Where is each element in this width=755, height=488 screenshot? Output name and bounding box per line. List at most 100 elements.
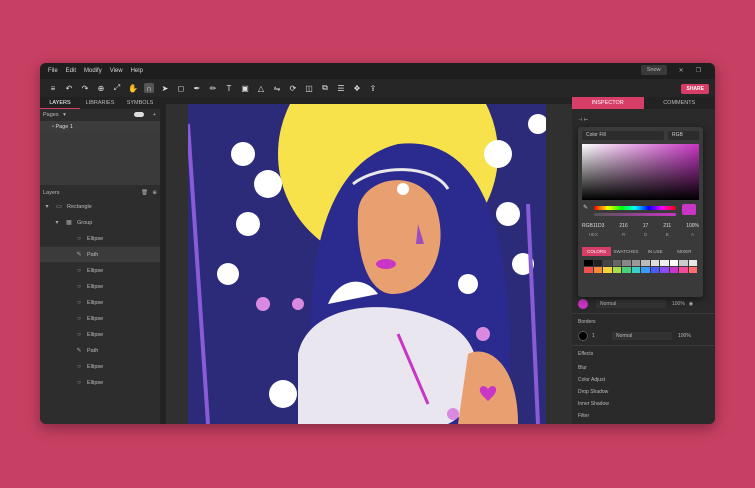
tab-colors[interactable]: COLORS bbox=[582, 247, 612, 256]
tab-mixer[interactable]: MIXER bbox=[670, 247, 699, 256]
text-icon[interactable]: T bbox=[224, 83, 234, 93]
redo-icon[interactable]: ↷ bbox=[80, 83, 90, 93]
menu-help[interactable]: Help bbox=[131, 68, 143, 74]
triangle-icon[interactable]: △ bbox=[256, 83, 266, 93]
export-icon[interactable]: ⇪ bbox=[368, 83, 378, 93]
align-left-icon[interactable]: ⊣ ⊢ bbox=[578, 117, 588, 123]
page-item[interactable]: ▫ Page 1 bbox=[40, 121, 160, 133]
a-value[interactable]: 100% bbox=[686, 223, 699, 229]
rotate-icon[interactable]: ⟳ bbox=[288, 83, 298, 93]
tab-in-use[interactable]: IN USE bbox=[641, 247, 670, 256]
layer-row[interactable]: ✎ Path bbox=[40, 343, 160, 359]
color-swatch[interactable] bbox=[679, 267, 688, 273]
color-swatch[interactable] bbox=[650, 260, 659, 266]
border-width[interactable]: 1 bbox=[592, 333, 612, 339]
fill-swatch[interactable] bbox=[578, 299, 588, 309]
close-icon[interactable]: ✕ bbox=[679, 67, 684, 74]
fill-opacity[interactable]: 100% bbox=[672, 301, 685, 307]
pen-icon[interactable]: ✒ bbox=[192, 83, 202, 93]
color-swatch[interactable] bbox=[669, 260, 678, 266]
layer-row[interactable]: ○ Ellipse bbox=[40, 311, 160, 327]
hamburger-icon[interactable]: ≡ bbox=[48, 83, 58, 93]
add-layer-icon[interactable]: ⊕ bbox=[152, 187, 157, 199]
pointer-icon[interactable]: ➤ bbox=[160, 83, 170, 93]
color-mode-select[interactable]: RGB bbox=[668, 131, 699, 140]
color-swatch[interactable] bbox=[593, 267, 602, 273]
magnet-icon[interactable]: ∩ bbox=[144, 83, 154, 93]
color-swatch[interactable] bbox=[641, 260, 650, 266]
color-swatch[interactable] bbox=[650, 267, 659, 273]
color-swatch[interactable] bbox=[612, 260, 621, 266]
menu-file[interactable]: File bbox=[48, 68, 58, 74]
color-swatch[interactable] bbox=[622, 267, 631, 273]
menu-edit[interactable]: Edit bbox=[66, 68, 76, 74]
pencil-icon[interactable]: ✏ bbox=[208, 83, 218, 93]
color-swatch[interactable] bbox=[641, 267, 650, 273]
flip-icon[interactable]: ⇋ bbox=[272, 83, 282, 93]
layer-row[interactable]: ▾ ▦ Group bbox=[40, 215, 160, 231]
color-swatch[interactable] bbox=[603, 260, 612, 266]
border-blend-select[interactable]: Normal bbox=[612, 332, 672, 340]
b-value[interactable]: 211 bbox=[663, 223, 671, 229]
alpha-slider[interactable] bbox=[594, 213, 676, 216]
border-swatch[interactable] bbox=[578, 331, 588, 341]
menu-view[interactable]: View bbox=[110, 68, 123, 74]
layer-row[interactable]: ○ Ellipse bbox=[40, 327, 160, 343]
chevron-down-icon[interactable]: ▾ bbox=[53, 219, 61, 226]
color-swatch[interactable] bbox=[584, 260, 593, 266]
hex-value[interactable]: RGB11D3 bbox=[582, 223, 604, 229]
tab-layers[interactable]: LAYERS bbox=[40, 97, 80, 109]
fill-blend-select[interactable]: Normal bbox=[596, 300, 666, 308]
layer-row[interactable]: ▾ ▭ Rectangle bbox=[40, 199, 160, 215]
tab-comments[interactable]: COMMENTS bbox=[644, 97, 716, 109]
hue-slider[interactable] bbox=[594, 206, 676, 210]
layer-row[interactable]: ○ Ellipse bbox=[40, 231, 160, 247]
shape-icon[interactable]: ◻ bbox=[176, 83, 186, 93]
color-swatch[interactable] bbox=[584, 267, 593, 273]
saturation-value-area[interactable] bbox=[582, 144, 699, 200]
zoom-icon[interactable]: ⊕ bbox=[96, 83, 106, 93]
color-swatch[interactable] bbox=[631, 260, 640, 266]
color-swatch[interactable] bbox=[669, 267, 678, 273]
fill-type-select[interactable]: Color Fill bbox=[582, 131, 664, 140]
layer-row[interactable]: ○ Ellipse bbox=[40, 263, 160, 279]
eyedropper-icon[interactable]: ✎ bbox=[583, 204, 588, 211]
border-opacity[interactable]: 100% bbox=[678, 333, 691, 339]
layer-row[interactable]: ○ Ellipse bbox=[40, 375, 160, 391]
color-swatch[interactable] bbox=[603, 267, 612, 273]
eye-icon[interactable]: ◉ bbox=[689, 301, 693, 307]
image-icon[interactable]: ▣ bbox=[240, 83, 250, 93]
tab-swatches[interactable]: SWATCHES bbox=[611, 247, 640, 256]
align-icon[interactable]: ☰ bbox=[336, 83, 346, 93]
chevron-down-icon[interactable]: ▾ bbox=[43, 203, 51, 210]
hand-icon[interactable]: ✋ bbox=[128, 83, 138, 93]
component-icon[interactable]: ❖ bbox=[352, 83, 362, 93]
color-swatch[interactable] bbox=[688, 267, 697, 273]
color-swatch[interactable] bbox=[593, 260, 602, 266]
layer-row[interactable]: ○ Ellipse bbox=[40, 295, 160, 311]
boolean-icon[interactable]: ◫ bbox=[304, 83, 314, 93]
color-swatch[interactable] bbox=[631, 267, 640, 273]
toggle-icon[interactable] bbox=[134, 112, 144, 117]
undo-icon[interactable]: ↶ bbox=[64, 83, 74, 93]
r-value[interactable]: 216 bbox=[619, 223, 627, 229]
tab-inspector[interactable]: INSPECTOR bbox=[572, 97, 644, 109]
menu-modify[interactable]: Modify bbox=[84, 68, 102, 74]
trash-icon[interactable]: 🗑 bbox=[141, 187, 148, 199]
color-swatch[interactable] bbox=[660, 260, 669, 266]
color-swatch[interactable] bbox=[660, 267, 669, 273]
layer-row[interactable]: ○ Ellipse bbox=[40, 279, 160, 295]
color-swatch[interactable] bbox=[688, 260, 697, 266]
chevron-down-icon[interactable]: ▾ bbox=[63, 112, 66, 118]
color-swatch[interactable] bbox=[612, 267, 621, 273]
layer-row[interactable]: ✎ Path bbox=[40, 247, 160, 263]
color-swatch[interactable] bbox=[679, 260, 688, 266]
group-icon[interactable]: ⧉ bbox=[320, 83, 330, 93]
document-name[interactable]: Snow bbox=[640, 65, 667, 75]
color-swatch[interactable] bbox=[622, 260, 631, 266]
share-button[interactable]: SHARE bbox=[681, 84, 709, 94]
effect-filter[interactable]: Filter bbox=[572, 409, 715, 423]
window-icon[interactable]: ❐ bbox=[696, 67, 701, 74]
g-value[interactable]: 17 bbox=[643, 223, 649, 229]
artwork-illustration[interactable] bbox=[188, 104, 546, 424]
